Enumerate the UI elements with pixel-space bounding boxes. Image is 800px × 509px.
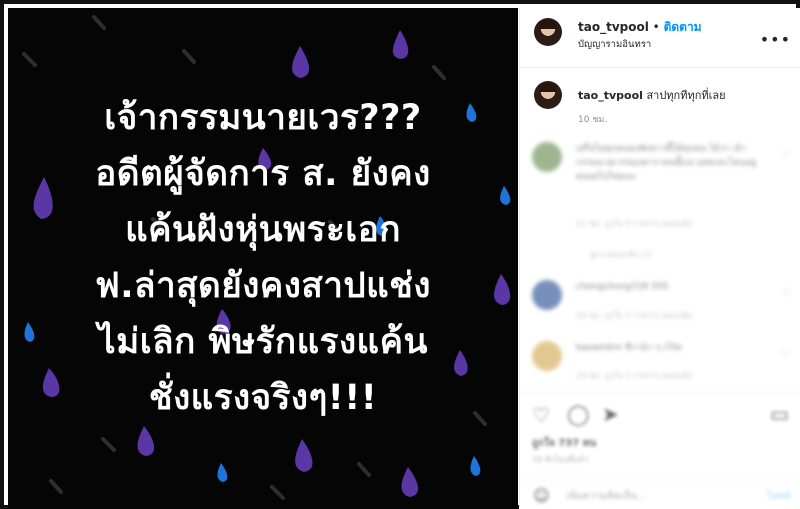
comment-item: เสร็จไม่ทุกคนคงฟังข่าวนี้ได้ทุกคน ได้ว่า… (532, 142, 790, 261)
comment-meta: 11 ชม. ถูกใจ 5 รายการ ตอบกลับ (576, 219, 693, 228)
instagram-post-window: เจ้ากรรมนายเวร??? อดีตผู้จัดการ ส. ยังคง… (0, 0, 800, 509)
post-comment-button[interactable]: โพสต์ (766, 489, 791, 504)
drop-8 (137, 426, 155, 456)
blue-drop-4 (217, 463, 228, 482)
emoji-icon[interactable]: ☺ (533, 486, 550, 505)
comment-input[interactable]: เพิ่มความคิดเห็น... (566, 489, 647, 504)
comment-avatar[interactable] (532, 280, 562, 310)
caption-text-line: tao_tvpool สาปทุกทีทุกที่เลย (578, 86, 726, 104)
comment-heart-icon[interactable]: ♡ (781, 349, 790, 360)
comment-text: เสร็จไม่ทุกคนคงฟังข่าวนี้ได้ทุกคน ได้ว่า… (576, 144, 757, 182)
comment-heart-icon[interactable]: ♡ (781, 288, 790, 299)
comment-avatar[interactable] (532, 341, 562, 371)
drop-2 (292, 46, 310, 78)
comment-heart-icon[interactable]: ♡ (781, 150, 790, 161)
image-text-line-5: ไม่เลิก พิษรักแรงแค้น (98, 322, 428, 362)
header-separator: • (652, 20, 660, 34)
post-image[interactable]: เจ้ากรรมนายเวร??? อดีตผู้จัดการ ส. ยังคง… (8, 8, 518, 509)
comments-list: เสร็จไม่ทุกคนคงฟังข่าวนี้ได้ทุกคน ได้ว่า… (520, 134, 800, 388)
image-text-line-1: เจ้ากรรมนายเวร??? (104, 98, 422, 138)
profile-avatar[interactable] (534, 18, 562, 46)
caption-time: 10 ชม. (578, 115, 608, 125)
share-icon[interactable]: ➤ (602, 402, 619, 426)
comment-text: chongchong728 555 (576, 282, 669, 292)
more-dots-icon[interactable]: ••• (760, 30, 791, 49)
image-text-line-4: ฟ.ล่าสุดยังคงสาปแช่ง (94, 266, 431, 306)
post-image-text: เจ้ากรรมนายเวร??? อดีตผู้จัดการ ส. ยังคง… (8, 90, 518, 426)
header-username[interactable]: tao_tvpool (578, 20, 649, 34)
comment-item: kaewmkm ชีวาน้า ๆ เวิร์ค 10 ชม. ถูกใจ 1 … (532, 341, 790, 385)
add-comment-bar: ☺ เพิ่มความคิดเห็น... โพสต์ (520, 480, 800, 509)
blue-drop-6 (470, 456, 481, 476)
drop-3 (392, 30, 409, 59)
post-location[interactable]: บัญญารามอินทรา (578, 37, 651, 52)
likes-count[interactable]: ถูกใจ 737 คน (532, 436, 596, 451)
image-text-line-2: อดีตผู้จัดการ ส. ยังคง (95, 154, 431, 194)
caption-username[interactable]: tao_tvpool (578, 89, 643, 102)
comment-text: kaewmkm ชีวาน้า ๆ เวิร์ค (576, 343, 683, 353)
caption-avatar[interactable] (534, 81, 562, 109)
post-side-panel: tao_tvpool • ติดตาม บัญญารามอินทรา ••• t… (519, 8, 800, 509)
post-actions: ♡ ◯ ➤ ▭ ถูกใจ 737 คน 10 ชั่วโมงที่แล้ว (520, 392, 800, 480)
heart-icon[interactable]: ♡ (532, 403, 550, 427)
drop-7 (401, 467, 419, 497)
image-text-line-3: แค้นฝังหุ่นพระเอก (125, 210, 401, 250)
comment-meta: 10 ชม. ถูกใจ 1 รายการ ตอบกลับ (576, 371, 693, 380)
follow-button[interactable]: ติดตาม (664, 20, 702, 34)
header-user-line: tao_tvpool • ติดตาม (578, 18, 702, 37)
view-replies-button[interactable]: ดูการตอบกลับ (1) (590, 248, 653, 261)
post-date: 10 ชั่วโมงที่แล้ว (532, 455, 588, 464)
comment-avatar[interactable] (532, 142, 562, 172)
comment-icon[interactable]: ◯ (567, 402, 589, 426)
comment-item: chongchong728 555 10 ชม. ถูกใจ 1 รายการ … (532, 280, 790, 328)
image-text-line-6: ชั่งแรงจริงๆ!!! (148, 378, 378, 418)
post-header: tao_tvpool • ติดตาม บัญญารามอินทรา ••• (520, 8, 800, 68)
caption-text: สาปทุกทีทุกที่เลย (646, 89, 726, 102)
drop-6 (295, 439, 313, 472)
bookmark-icon[interactable]: ▭ (770, 402, 789, 426)
comment-meta: 10 ชม. ถูกใจ 1 รายการ ตอบกลับ (576, 311, 693, 320)
